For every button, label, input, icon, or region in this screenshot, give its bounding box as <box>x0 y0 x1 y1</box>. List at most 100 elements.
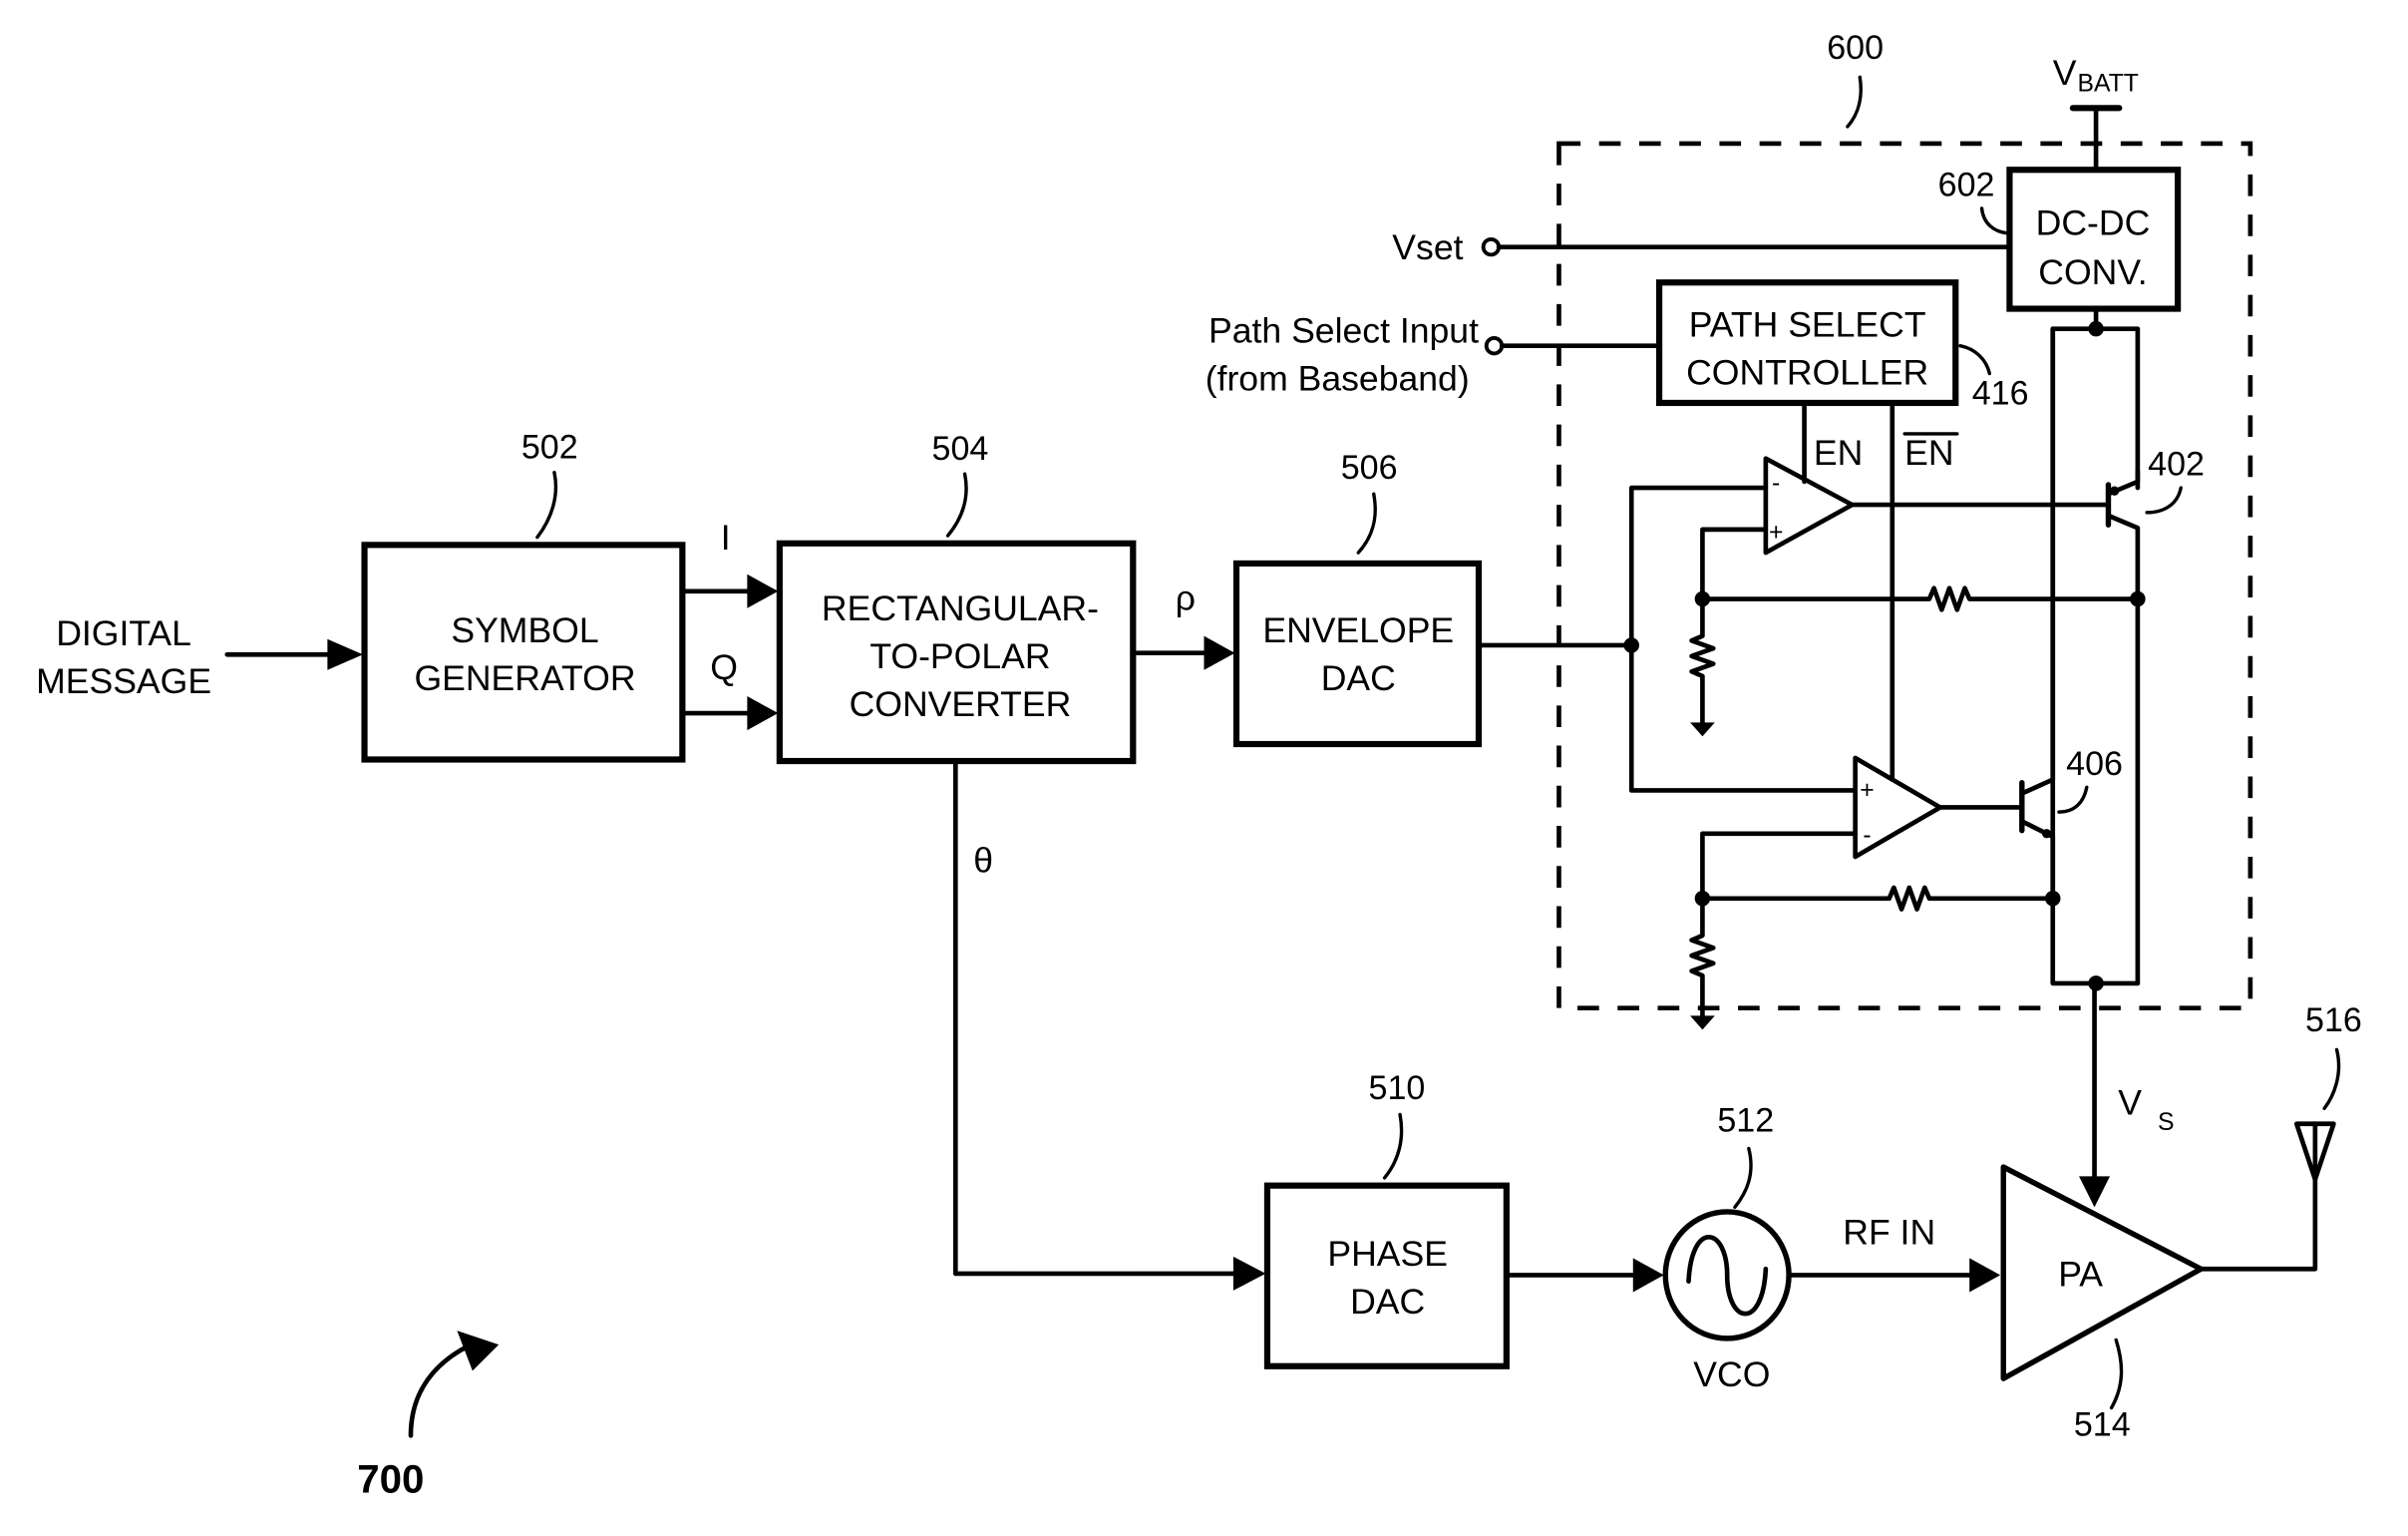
envelope-junction <box>1623 637 1639 653</box>
resistor-ground-top <box>1689 596 1716 728</box>
pa-label: PA <box>2058 1254 2103 1294</box>
phase-dac-label-2: DAC <box>1350 1282 1425 1322</box>
i-arrow <box>681 574 779 608</box>
rf-in-arrow <box>1788 1258 2001 1293</box>
leader-602 <box>1979 206 2009 235</box>
ground-top-icon <box>1690 722 1715 737</box>
symbol-generator-block[interactable]: SYMBOL GENERATOR <box>361 542 686 763</box>
power-amplifier[interactable]: PA <box>2000 1164 2205 1381</box>
opamp-top-plus: + <box>1769 520 1783 547</box>
polar-transmitter-diagram: DIGITAL MESSAGE SYMBOL GENERATOR 502 I Q… <box>36 29 2362 1502</box>
transistor-406 <box>2019 326 2056 902</box>
ref-600: 600 <box>1827 29 1884 67</box>
phase-dac-block[interactable]: PHASE DAC <box>1263 1182 1510 1369</box>
dc-dc-converter-block[interactable]: DC-DC CONV. <box>2006 167 2182 312</box>
leader-512 <box>1733 1146 1753 1210</box>
psc-label-1: PATH SELECT <box>1689 304 1926 344</box>
opamp-top-plus-wire <box>1700 527 1769 601</box>
opamp-bottom-minus: - <box>1863 822 1871 849</box>
symbol-generator-label-1: SYMBOL <box>451 610 598 650</box>
vs-supply-arrow <box>2079 980 2111 1208</box>
vco-label: VCO <box>1693 1354 1770 1394</box>
path-select-controller-block[interactable]: PATH SELECT CONTROLLER <box>1655 279 1959 407</box>
vs-subscript: S <box>2158 1109 2175 1136</box>
dcdc-label-1: DC-DC <box>2036 202 2151 242</box>
transistor-402 <box>2105 468 2141 601</box>
path-select-source-label: (from Baseband) <box>1205 359 1470 399</box>
ref-502: 502 <box>521 429 578 467</box>
opamp-bottom-minus-wire <box>1700 831 1858 902</box>
dcdc-label-2: CONV. <box>2038 252 2147 292</box>
ref-514: 514 <box>2074 1405 2131 1443</box>
ref-402: 402 <box>2148 446 2205 484</box>
ref-516: 516 <box>2305 1001 2362 1039</box>
en-label: EN <box>1814 433 1863 473</box>
rect-to-polar-label-1: RECTANGULAR- <box>822 588 1099 628</box>
pa-output-wire <box>2199 1170 2318 1272</box>
leader-402 <box>2145 486 2183 515</box>
envelope-dac-block[interactable]: ENVELOPE DAC <box>1232 560 1483 748</box>
phase-to-vco-arrow <box>1504 1258 1664 1293</box>
q-signal-label: Q <box>710 647 738 687</box>
vbatt-terminal <box>2069 105 2123 173</box>
en-bar-label: EN <box>1904 433 1953 473</box>
figure-number: 700 <box>357 1457 424 1502</box>
ref-406: 406 <box>2066 745 2123 783</box>
vset-terminal[interactable] <box>1481 236 1502 257</box>
rect-to-polar-label-2: TO-POLAR <box>869 636 1050 676</box>
opamp-bottom: + - <box>1853 755 1943 860</box>
envelope-dac-label-2: DAC <box>1321 658 1396 698</box>
opamp-bottom-plus: + <box>1860 777 1874 804</box>
theta-arrow <box>952 1256 1266 1291</box>
ref-602: 602 <box>1938 167 1995 204</box>
rail-junction-bottom <box>2088 975 2104 991</box>
rect-to-polar-label-3: CONVERTER <box>850 684 1072 724</box>
leader-504 <box>945 472 968 538</box>
digital-message-line-2: MESSAGE <box>36 661 211 701</box>
leader-502 <box>535 470 558 540</box>
leader-514 <box>2109 1338 2124 1410</box>
path-select-input-label: Path Select Input <box>1208 311 1479 351</box>
leader-406 <box>2057 785 2089 814</box>
digital-message-label: DIGITAL MESSAGE <box>36 613 211 701</box>
opamp-top-minus: - <box>1772 470 1780 497</box>
ground-bottom-icon <box>1690 1015 1715 1030</box>
rf-in-label: RF IN <box>1843 1212 1935 1252</box>
vs-label: V <box>2118 1082 2142 1122</box>
i-signal-label: I <box>721 518 731 558</box>
vset-label: Vset <box>1392 227 1463 267</box>
resistor-feedback-bottom <box>1700 885 2056 912</box>
phase-dac-label-1: PHASE <box>1327 1234 1448 1274</box>
figure-arrow <box>408 1344 471 1438</box>
sine-wave-icon <box>1686 1235 1769 1317</box>
rect-to-polar-converter-block[interactable]: RECTANGULAR- TO-POLAR CONVERTER <box>776 540 1137 765</box>
resistor-ground-bottom <box>1689 896 1716 1021</box>
rho-signal-label: ρ <box>1176 577 1196 617</box>
supply-rails <box>2050 326 2141 986</box>
psc-label-2: CONTROLLER <box>1686 352 1928 392</box>
leader-600 <box>1846 75 1863 129</box>
rho-arrow <box>1132 635 1235 670</box>
ref-504: 504 <box>932 430 989 468</box>
resistor-feedback-top <box>1700 585 2141 612</box>
vs-main: V <box>2118 1082 2142 1122</box>
q-arrow <box>681 696 779 731</box>
ref-512: 512 <box>1717 1101 1774 1139</box>
leader-516 <box>2322 1047 2341 1110</box>
digital-message-arrow <box>224 638 363 670</box>
vbatt-label: V <box>2053 53 2077 93</box>
ref-416: 416 <box>1972 375 2029 413</box>
theta-signal-label: θ <box>973 840 993 880</box>
vco-oscillator[interactable] <box>1662 1209 1792 1342</box>
leader-416 <box>1958 343 1992 376</box>
leader-506 <box>1356 492 1377 555</box>
antenna-icon <box>2293 1121 2336 1182</box>
envelope-dac-label-1: ENVELOPE <box>1262 610 1454 650</box>
leader-510 <box>1382 1112 1404 1180</box>
digital-message-line-1: DIGITAL <box>56 613 191 653</box>
ref-510: 510 <box>1369 1069 1426 1107</box>
vbatt-subscript: BATT <box>2078 70 2139 97</box>
symbol-generator-label-2: GENERATOR <box>414 658 635 698</box>
ref-506: 506 <box>1341 449 1398 487</box>
envelope-feed-wires <box>1628 485 1855 793</box>
